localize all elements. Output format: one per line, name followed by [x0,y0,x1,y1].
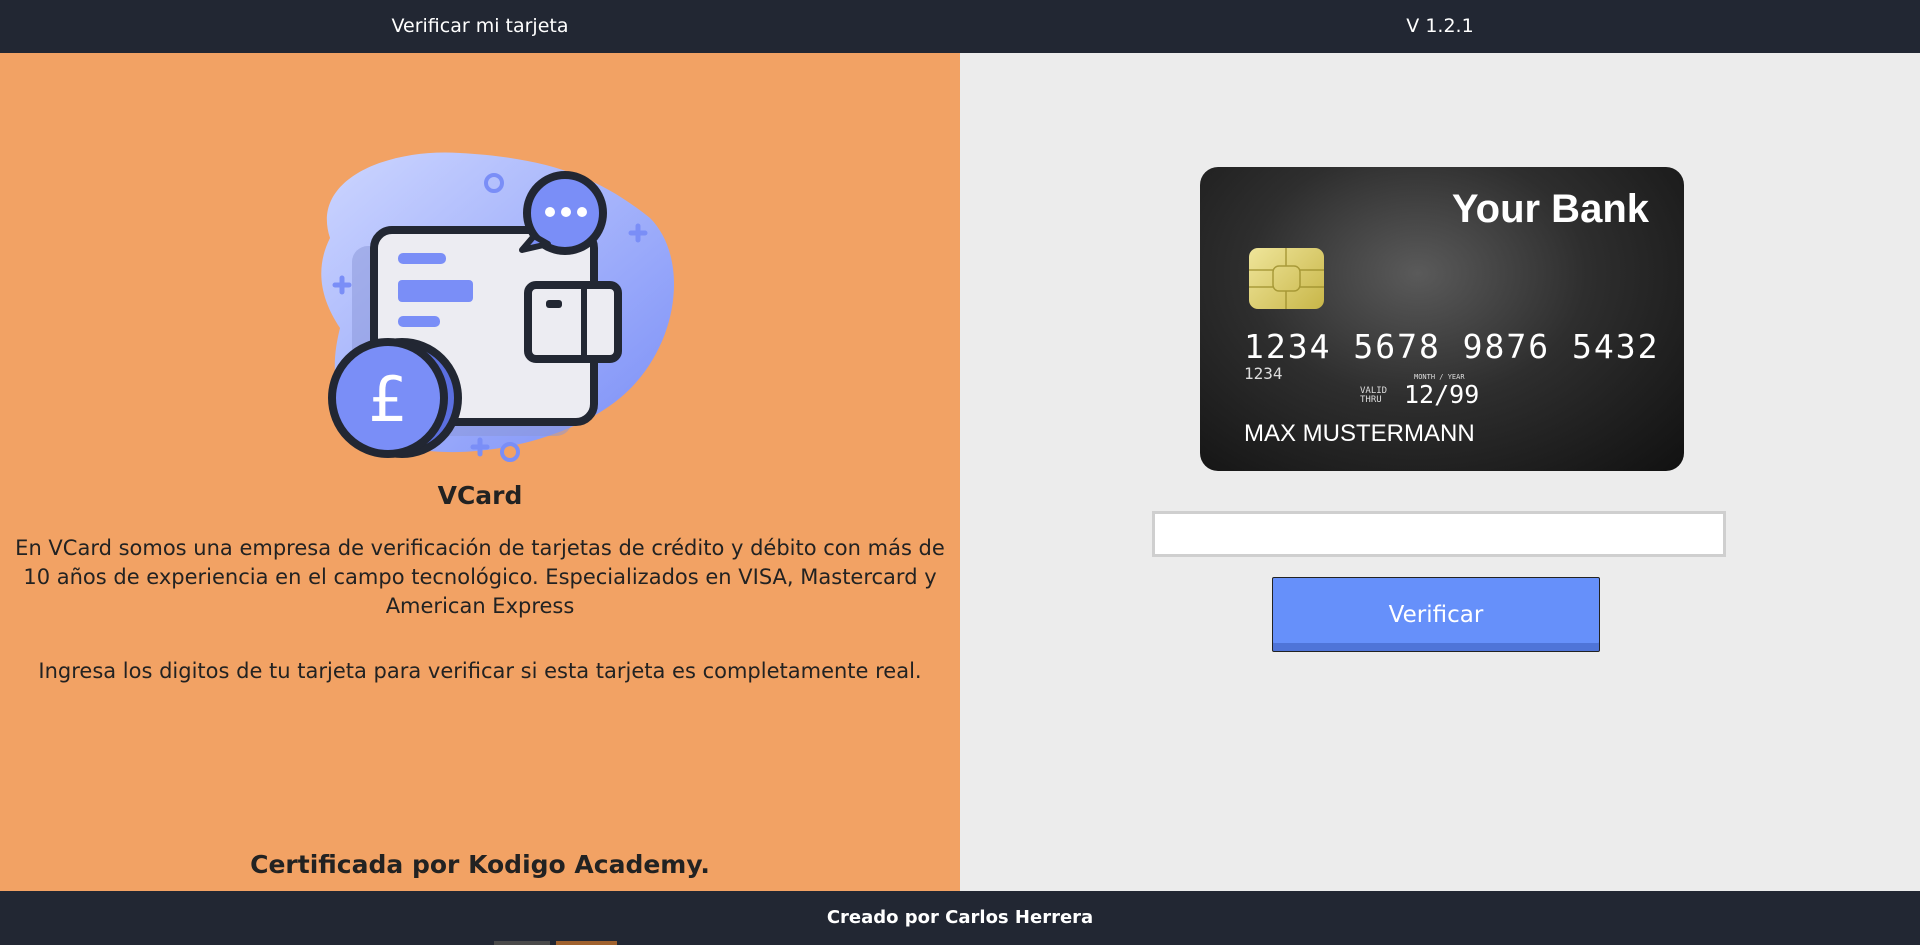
version-label: V 1.2.1 [1406,15,1474,37]
chip-icon [1249,248,1324,309]
verify-panel: Your Bank 1234 5678 9876 5432 1234 VALID… [960,53,1920,891]
page-title: Verificar mi tarjeta [391,15,569,37]
wallet-pound-coin-icon: £ [321,152,674,462]
brand-title: VCard [437,481,523,510]
thru-label: THRU [1360,395,1382,405]
verify-button[interactable]: Verificar [1272,577,1600,652]
card-number: 1234 5678 9876 5432 [1244,327,1660,366]
brand-description: En VCard somos una empresa de verificaci… [15,536,945,618]
footer-indicator-orange [556,941,617,945]
card-holder: MAX MUSTERMANN [1244,420,1475,447]
valid-thru-label: VALID THRU [1360,387,1387,405]
instruction-text: Ingresa los digitos de tu tarjeta para v… [38,659,922,683]
card-short-number: 1234 [1244,364,1283,383]
card-expiry: 12/99 [1404,380,1480,409]
footer: Creado por Carlos Herrera [0,891,1920,945]
footer-credit: Creado por Carlos Herrera [826,907,1094,928]
info-panel: £ VCard En VCard somos una empresa de ve… [0,53,960,891]
credit-card-image: Your Bank 1234 5678 9876 5432 1234 VALID… [1200,167,1684,471]
card-number-input[interactable] [1152,511,1726,557]
top-bar: Verificar mi tarjeta V 1.2.1 [0,0,1920,53]
bank-name: Your Bank [1451,187,1649,231]
footer-indicator-dark [494,941,550,945]
certification-text: Certificada por Kodigo Academy. [250,850,710,879]
pound-symbol: £ [368,363,407,436]
